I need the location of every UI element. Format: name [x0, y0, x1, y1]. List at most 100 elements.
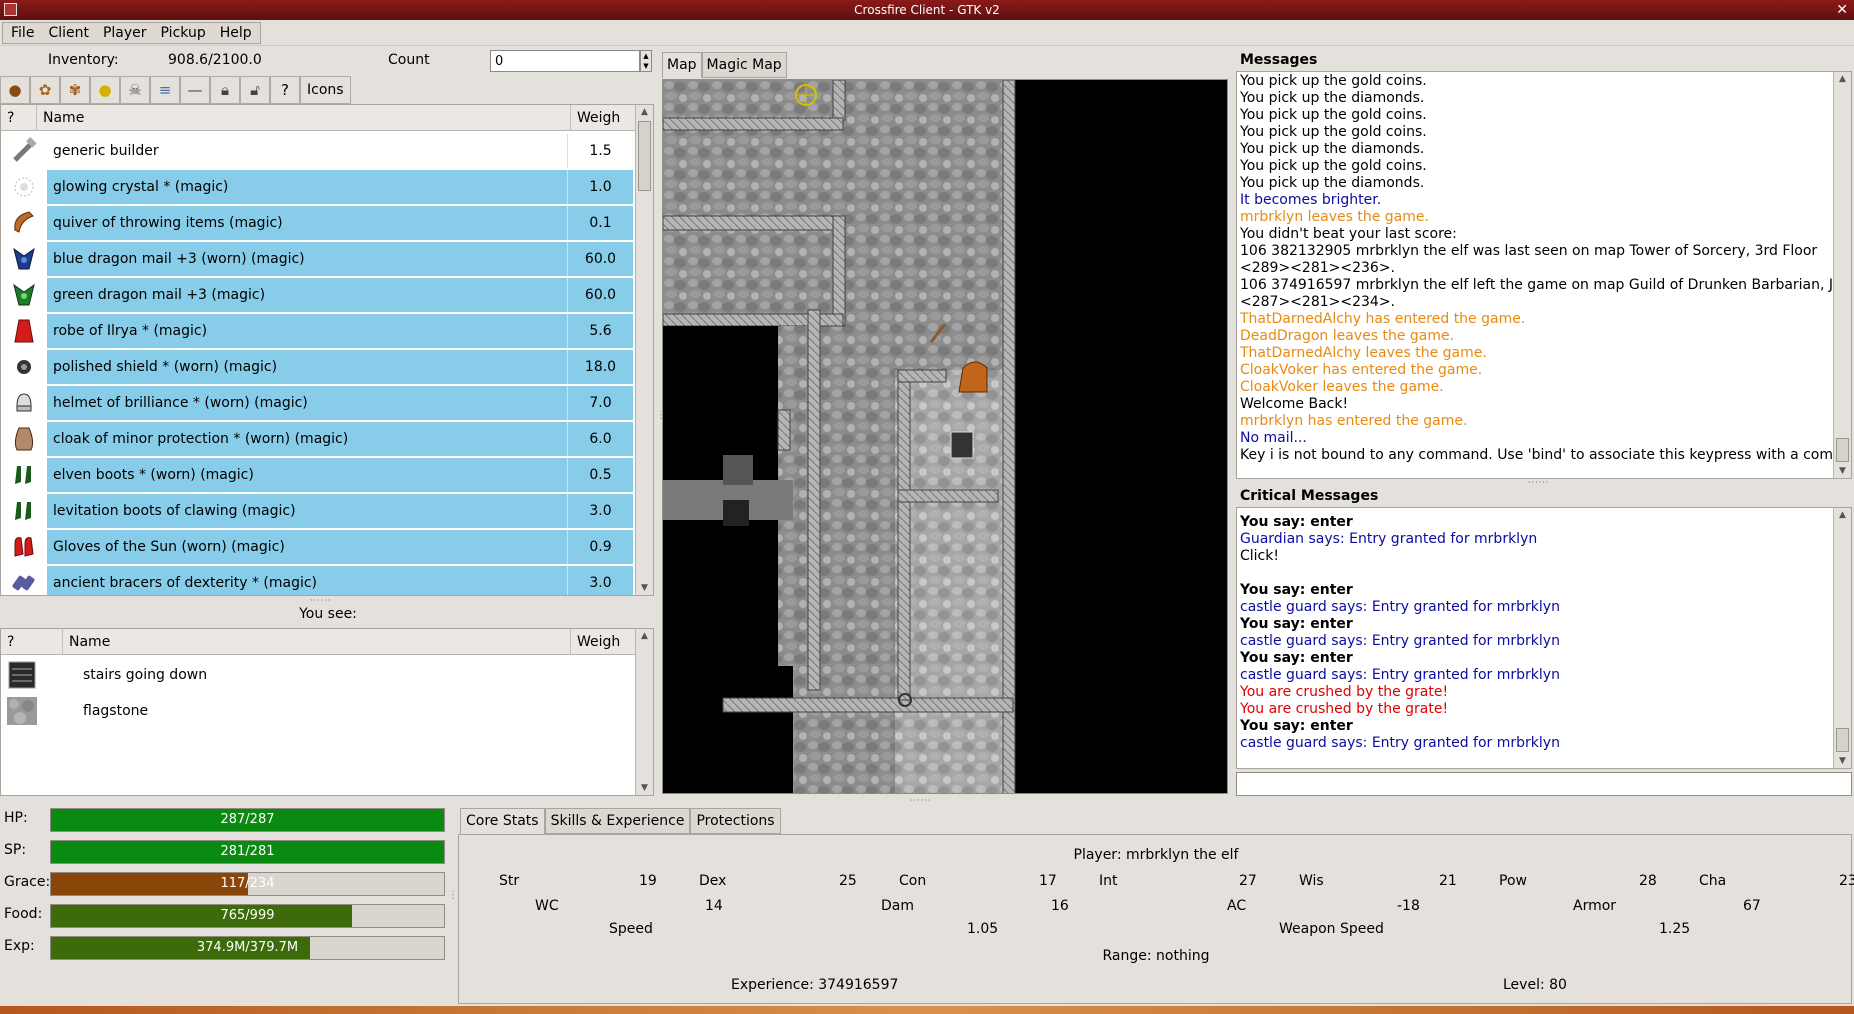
inventory-header: Inventory: 908.6/2100.0 Count ▲▼ [0, 48, 656, 74]
stat-label: Food: [4, 906, 43, 922]
window-menu-icon[interactable] [4, 3, 17, 16]
stat-bar: 765/999 [50, 904, 445, 928]
window-title: Crossfire Client - GTK v2 [854, 3, 1000, 17]
flagstone-icon [1, 693, 43, 729]
col-header-name[interactable]: Name [63, 629, 571, 654]
filter-magical-icon[interactable]: ≡ [150, 76, 180, 104]
filter-unapplied-icon[interactable]: ✾ [60, 76, 90, 104]
list-item[interactable]: stairs going down [1, 657, 637, 693]
critical-messages-log[interactable]: You say: enter Guardian says: Entry grant… [1236, 507, 1852, 769]
col-header-weight[interactable]: Weigh [571, 629, 637, 654]
table-row[interactable]: ancient bracers of dexterity * (magic) 3.… [1, 565, 637, 595]
list-item[interactable]: flagstone [1, 693, 637, 729]
messages-scroll-thumb[interactable] [1836, 438, 1849, 462]
item-name: polished shield * (worn) (magic) [47, 350, 567, 384]
menu-file[interactable]: File [11, 25, 34, 41]
filter-all-icon[interactable]: ● [0, 76, 30, 104]
inventory-scroll-thumb[interactable] [638, 121, 651, 191]
stat-row: Exp: 374.9M/379.7M [0, 934, 450, 962]
table-row[interactable]: levitation boots of clawing (magic) 3.0 [1, 493, 637, 529]
menu-player[interactable]: Player [103, 25, 147, 41]
message-line: You say: enter [1240, 616, 1353, 632]
filter-applied-icon[interactable]: ✿ [30, 76, 60, 104]
stat-bar: 287/287 [50, 808, 445, 832]
table-row[interactable]: quiver of throwing items (magic) 0.1 [1, 205, 637, 241]
critical-scrollbar[interactable]: ▲ ▼ [1833, 508, 1851, 768]
attr-label: Con [899, 873, 927, 889]
message-line: You are crushed by the grate! [1240, 684, 1449, 700]
count-spinner[interactable]: ▲ ▼ [640, 50, 652, 72]
message-line: You are crushed by the grate! [1240, 701, 1449, 717]
map-canvas[interactable] [663, 80, 1228, 794]
table-row[interactable]: helmet of brilliance * (worn) (magic) 7.0 [1, 385, 637, 421]
combat-value: 67 [1743, 898, 1761, 914]
command-input[interactable] [1236, 772, 1852, 796]
yousee-table: ? Name Weigh stairs going down flagstone… [0, 628, 654, 796]
item-weight: 3.0 [567, 566, 633, 595]
table-row[interactable]: polished shield * (worn) (magic) 18.0 [1, 349, 637, 385]
tab-magic-map[interactable]: Magic Map [701, 52, 787, 78]
item-name: elven boots * (worn) (magic) [47, 458, 567, 492]
message-line: No mail... [1240, 430, 1307, 446]
item-weight: 0.9 [567, 530, 633, 564]
messages-title: Messages [1240, 52, 1318, 68]
tab-map[interactable]: Map [662, 52, 702, 78]
col-header-q[interactable]: ? [1, 629, 63, 654]
icons-toggle[interactable]: Icons [300, 76, 351, 104]
attr-label: Dex [699, 873, 727, 889]
menu-pickup[interactable]: Pickup [161, 25, 206, 41]
table-row[interactable]: blue dragon mail +3 (worn) (magic) 60.0 [1, 241, 637, 277]
message-line: castle guard says: Entry granted for mrb… [1240, 735, 1560, 751]
attr-label: Str [499, 873, 520, 889]
count-input[interactable] [490, 50, 640, 72]
table-row[interactable]: robe of Ilrya * (magic) 5.6 [1, 313, 637, 349]
tab-core-stats[interactable]: Core Stats [460, 808, 545, 834]
table-row[interactable]: generic builder 1.5 [1, 133, 637, 169]
stairs-icon [1, 657, 43, 693]
item-name: cloak of minor protection * (worn) (magi… [47, 422, 567, 456]
yousee-item-name: stairs going down [83, 667, 208, 683]
pane-grip[interactable]: ······ [1528, 478, 1549, 487]
tab-skills-experience[interactable]: Skills & Experience [544, 808, 691, 834]
message-line: You didn't beat your last score: [1240, 226, 1457, 242]
pane-grip[interactable]: ··· [448, 890, 457, 901]
message-line: DeadDragon leaves the game. [1240, 328, 1455, 344]
filter-locked-icon[interactable]: 🔒︎ [210, 76, 240, 104]
filter-cursed-icon[interactable]: ☠ [120, 76, 150, 104]
col-header-q[interactable]: ? [1, 105, 37, 130]
filter-nonmagical-icon[interactable]: — [180, 76, 210, 104]
stat-bar: 117/234 [50, 872, 445, 896]
pane-grip[interactable]: ······ [910, 796, 931, 805]
pane-grip[interactable]: ······ [310, 596, 331, 605]
table-row[interactable]: glowing crystal * (magic) 1.0 [1, 169, 637, 205]
item-name: blue dragon mail +3 (worn) (magic) [47, 242, 567, 276]
table-row[interactable]: green dragon mail +3 (magic) 60.0 [1, 277, 637, 313]
tab-protections[interactable]: Protections [690, 808, 781, 834]
messages-scrollbar[interactable]: ▲ ▼ [1833, 72, 1851, 478]
message-line: castle guard says: Entry granted for mrb… [1240, 599, 1560, 615]
filter-unidentified-icon[interactable]: ? [270, 76, 300, 104]
close-icon[interactable]: ✕ [1836, 0, 1848, 20]
filter-unpaid-icon[interactable]: ● [90, 76, 120, 104]
menu-client[interactable]: Client [48, 25, 89, 41]
inventory-scrollbar[interactable]: ▲ ▼ [635, 105, 653, 595]
item-name: green dragon mail +3 (magic) [47, 278, 567, 312]
weapon-speed-label: Weapon Speed [1279, 921, 1384, 937]
col-header-weight[interactable]: Weigh [571, 105, 637, 130]
combat-label: WC [535, 898, 559, 914]
game-map[interactable] [662, 79, 1228, 794]
filter-unlocked-icon[interactable]: 🔓︎ [240, 76, 270, 104]
critical-scroll-thumb[interactable] [1836, 728, 1849, 752]
message-line: CloakVoker leaves the game. [1240, 379, 1444, 395]
yousee-scrollbar[interactable]: ▲ ▼ [635, 629, 653, 795]
menu-help[interactable]: Help [220, 25, 252, 41]
combat-value: 14 [705, 898, 723, 914]
col-header-name[interactable]: Name [37, 105, 571, 130]
table-row[interactable]: cloak of minor protection * (worn) (magi… [1, 421, 637, 457]
message-line: ThatDarnedAlchy has entered the game. [1240, 311, 1526, 327]
messages-log[interactable]: You pick up the gold coins. You pick up t… [1236, 71, 1852, 479]
table-row[interactable]: elven boots * (worn) (magic) 0.5 [1, 457, 637, 493]
table-row[interactable]: Gloves of the Sun (worn) (magic) 0.9 [1, 529, 637, 565]
item-name: quiver of throwing items (magic) [47, 206, 567, 240]
message-line: You pick up the diamonds. [1240, 175, 1425, 191]
